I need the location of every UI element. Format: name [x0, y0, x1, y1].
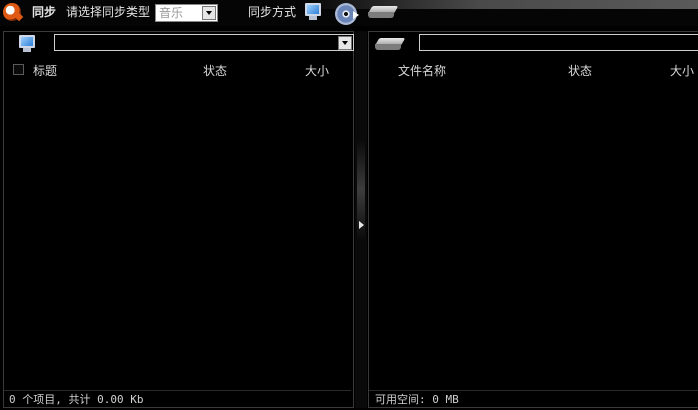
chevron-down-icon[interactable]	[338, 36, 352, 50]
app-logo-icon	[3, 3, 21, 21]
toolbar-gradient	[300, 0, 698, 9]
sync-type-value: 音乐	[159, 6, 184, 20]
device-path-field[interactable]	[419, 34, 698, 51]
device-status-text: 可用空间: 0 MB	[369, 390, 698, 407]
column-header-status[interactable]: 状态	[203, 62, 227, 79]
computer-icon	[19, 35, 35, 48]
column-header-title[interactable]: 标题	[33, 62, 57, 79]
column-header-size[interactable]: 大小	[305, 62, 329, 79]
sync-mode-label: 同步方式	[248, 5, 297, 19]
chevron-down-icon[interactable]	[202, 6, 216, 20]
column-header-size[interactable]: 大小	[670, 62, 694, 79]
disc-sync-icon[interactable]	[335, 3, 359, 25]
device-file-list[interactable]	[369, 80, 698, 388]
computer-library-panel: 标题 状态 大小 0 个项目, 共计 0.00 Kb	[3, 31, 354, 408]
device-source-button[interactable]	[374, 38, 406, 52]
device-panel: 文件名称 状态 大小 可用空间: 0 MB	[368, 31, 698, 408]
removable-drive-body	[368, 12, 394, 18]
removable-drive-body	[375, 44, 401, 50]
computer-stand	[309, 16, 317, 20]
collapse-arrow-icon[interactable]	[359, 221, 364, 229]
column-header-filename[interactable]: 文件名称	[398, 62, 446, 79]
computer-status-text: 0 个项目, 共计 0.00 Kb	[4, 390, 351, 407]
computer-path-dropdown[interactable]	[54, 34, 354, 51]
column-header-status[interactable]: 状态	[568, 62, 592, 79]
sync-to-computer-button[interactable]	[305, 3, 321, 21]
select-all-checkbox[interactable]	[13, 64, 24, 75]
sync-type-select[interactable]: 音乐	[155, 4, 218, 22]
computer-icon	[305, 3, 321, 16]
toolbar-title: 同步	[32, 5, 57, 19]
computer-stand	[23, 48, 31, 52]
computer-source-button[interactable]	[19, 35, 35, 53]
sync-type-label: 请选择同步类型	[66, 5, 151, 19]
computer-file-list[interactable]	[4, 80, 353, 388]
sync-to-device-button[interactable]	[367, 6, 399, 20]
